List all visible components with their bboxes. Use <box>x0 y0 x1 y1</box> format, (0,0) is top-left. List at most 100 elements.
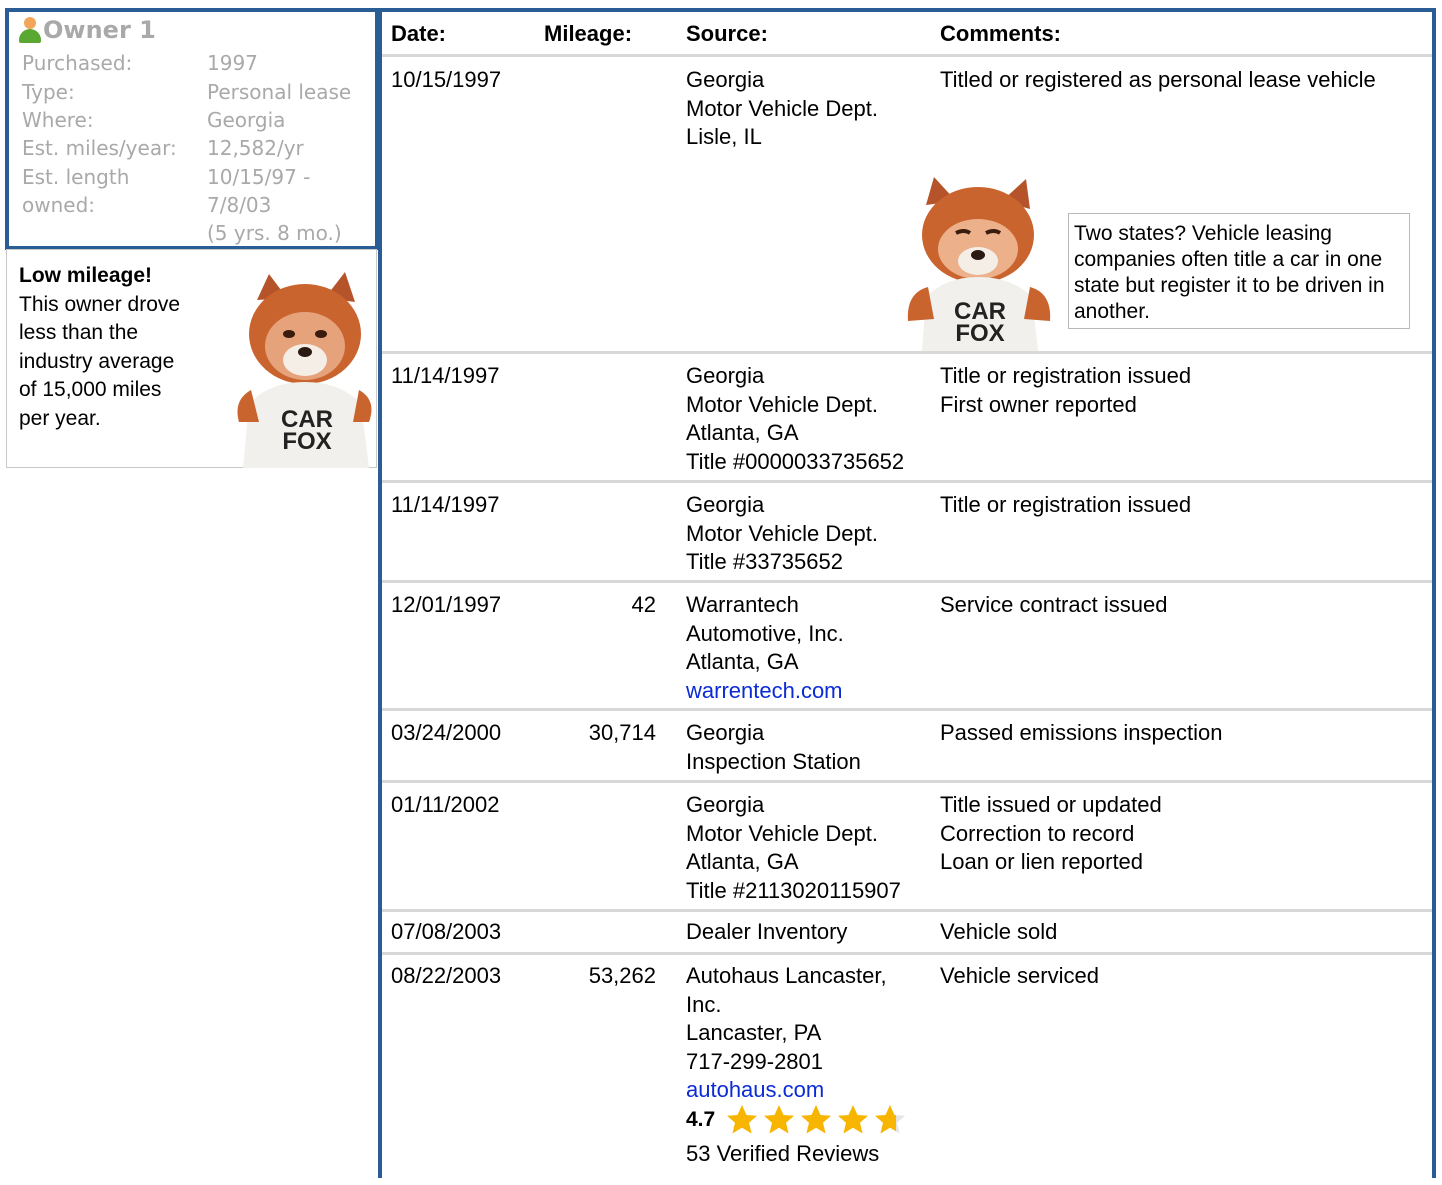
source-line: Atlanta, GA <box>686 849 799 874</box>
cell-comments: Service contract issued <box>940 591 1167 620</box>
source-line: Title #2113020115907 <box>686 877 901 903</box>
owner-row-label: Purchased: <box>22 51 133 75</box>
source-line: Georgia <box>686 792 765 817</box>
owner-row-label: Type: <box>22 80 75 104</box>
verified-reviews-link[interactable]: 53 Verified Reviews <box>686 1140 879 1168</box>
comment-line: Passed emissions inspection <box>940 720 1223 745</box>
table-row: 11/14/1997 Georgia Motor Vehicle Dept. A… <box>382 354 1432 483</box>
owner-row: Purchased: 1997 <box>22 49 258 77</box>
owner-row-value: 1997 <box>207 51 258 75</box>
cell-source: Warrantech Automotive, Inc. Atlanta, GA … <box>686 591 844 705</box>
table-row: 10/15/1997 Georgia Motor Vehicle Dept. L… <box>382 57 1432 354</box>
lease-tip-callout: Two states? Vehicle leasing companies of… <box>1068 213 1410 329</box>
owner-row-value: Personal lease <box>207 80 352 104</box>
comment-line: Title or registration issued <box>940 363 1192 388</box>
comment-line: Title or registration issued <box>940 492 1192 517</box>
star-icon <box>801 1105 832 1134</box>
cell-source: Georgia Motor Vehicle Dept. Lisle, IL <box>686 66 878 152</box>
owner-row-value: (5 yrs. 8 mo.) <box>207 221 342 245</box>
table-row: 01/11/2002 Georgia Motor Vehicle Dept. A… <box>382 783 1432 912</box>
star-rating <box>725 1103 910 1137</box>
table-row: 12/01/1997 42 Warrantech Automotive, Inc… <box>382 583 1432 711</box>
source-line: Georgia <box>686 67 765 92</box>
cell-comments: Title issued or updated Correction to re… <box>940 791 1162 877</box>
fox-shirt-line2: FOX <box>955 320 1004 347</box>
owner-row: owned: 7/8/03 <box>22 191 271 219</box>
cell-mileage: 53,262 <box>588 963 656 988</box>
source-website-link[interactable]: warrentech.com <box>686 677 844 706</box>
source-line: 717-299-2801 <box>686 1048 824 1074</box>
comment-line: Vehicle sold <box>940 919 1058 944</box>
dealer-rating[interactable]: 4.7 <box>686 1103 910 1137</box>
low-mileage-text: Low mileage! This owner drove less than … <box>19 262 219 433</box>
source-line: Title #33735652 <box>686 549 843 574</box>
cell-date: 11/14/1997 <box>391 492 500 517</box>
source-line: Inspection Station <box>686 748 861 774</box>
column-header-comments: Comments: <box>940 21 1062 46</box>
vehicle-history-table: Date: Mileage: Source: Comments: 10/15/1… <box>378 8 1436 1178</box>
source-line: Georgia <box>686 492 765 517</box>
carfox-mascot-image: CAR FOX <box>237 272 372 468</box>
cell-source: Georgia Motor Vehicle Dept. Title #33735… <box>686 491 878 577</box>
source-line: Motor Vehicle Dept. <box>686 391 878 417</box>
source-line: Motor Vehicle Dept. <box>686 520 878 546</box>
cell-date: 03/24/2000 <box>391 720 502 745</box>
comment-line: Service contract issued <box>940 592 1168 617</box>
low-mileage-line: This owner drove <box>19 292 181 316</box>
source-line: Title #0000033735652 <box>686 448 905 474</box>
comment-line: Vehicle serviced <box>940 963 1099 988</box>
comment-line: Titled or registered as personal lease v… <box>940 67 1376 92</box>
star-icon <box>727 1105 758 1134</box>
table-row: 07/08/2003 Dealer Inventory Vehicle sold <box>382 912 1432 955</box>
owner-row-label: Where: <box>22 108 94 132</box>
low-mileage-title: Low mileage! <box>19 264 153 287</box>
comment-line: First owner reported <box>940 391 1137 417</box>
source-line: Atlanta, GA <box>686 649 799 674</box>
person-icon <box>18 17 42 43</box>
carfox-mascot-image: CAR FOX <box>907 177 1051 351</box>
source-line: Autohaus Lancaster, <box>686 963 887 988</box>
cell-source: Georgia Motor Vehicle Dept. Atlanta, GA … <box>686 791 901 905</box>
owner-title-text: Owner 1 <box>43 16 156 44</box>
low-mileage-line: per year. <box>19 406 101 430</box>
cell-comments: Titled or registered as personal lease v… <box>940 66 1376 95</box>
cell-comments: Vehicle serviced <box>940 962 1099 991</box>
owner-row-value: Georgia <box>207 108 286 132</box>
column-header-source: Source: <box>686 21 768 46</box>
column-header-mileage: Mileage: <box>544 21 633 46</box>
cell-date: 01/11/2002 <box>391 792 500 817</box>
source-line: Automotive, Inc. <box>686 620 844 646</box>
owner-row-label: Est. miles/year: <box>22 136 177 160</box>
owner-row-value: 10/15/97 - <box>207 165 311 189</box>
table-header-row: Date: Mileage: Source: Comments: <box>382 12 1432 57</box>
comment-line: Loan or lien reported <box>940 849 1144 874</box>
owner-row: Est. miles/year: 12,582/yr <box>22 134 304 162</box>
cell-source: Dealer Inventory <box>686 918 847 947</box>
owner-row: Where: Georgia <box>22 106 285 134</box>
table-row: 03/24/2000 30,714 Georgia Inspection Sta… <box>382 711 1432 783</box>
comment-line: Correction to record <box>940 820 1135 846</box>
rating-value: 4.7 <box>686 1108 716 1131</box>
cell-mileage: 30,714 <box>588 720 656 745</box>
star-icon <box>875 1105 906 1134</box>
cell-date: 08/22/2003 <box>391 963 502 988</box>
source-line: Lancaster, PA <box>686 1020 822 1045</box>
star-icon <box>838 1105 869 1134</box>
owner-row-label: Est. length <box>22 165 130 189</box>
cell-comments: Title or registration issued First owner… <box>940 362 1191 419</box>
cell-comments: Title or registration issued <box>940 491 1191 520</box>
source-line: Atlanta, GA <box>686 420 799 445</box>
low-mileage-line: less than the <box>19 321 139 344</box>
column-header-date: Date: <box>391 21 447 46</box>
source-line: Georgia <box>686 720 765 745</box>
cell-date: 07/08/2003 <box>391 919 502 944</box>
cell-mileage: 42 <box>631 592 656 617</box>
source-line: Dealer Inventory <box>686 919 848 944</box>
owner-row-value: 12,582/yr <box>207 136 304 160</box>
cell-source: Georgia Inspection Station <box>686 719 861 776</box>
source-website-link[interactable]: autohaus.com <box>686 1076 887 1105</box>
source-line: Motor Vehicle Dept. <box>686 820 878 846</box>
fox-shirt-line2: FOX <box>282 428 331 455</box>
comment-line: Title issued or updated <box>940 792 1162 817</box>
owner-row: Type: Personal lease <box>22 78 351 106</box>
